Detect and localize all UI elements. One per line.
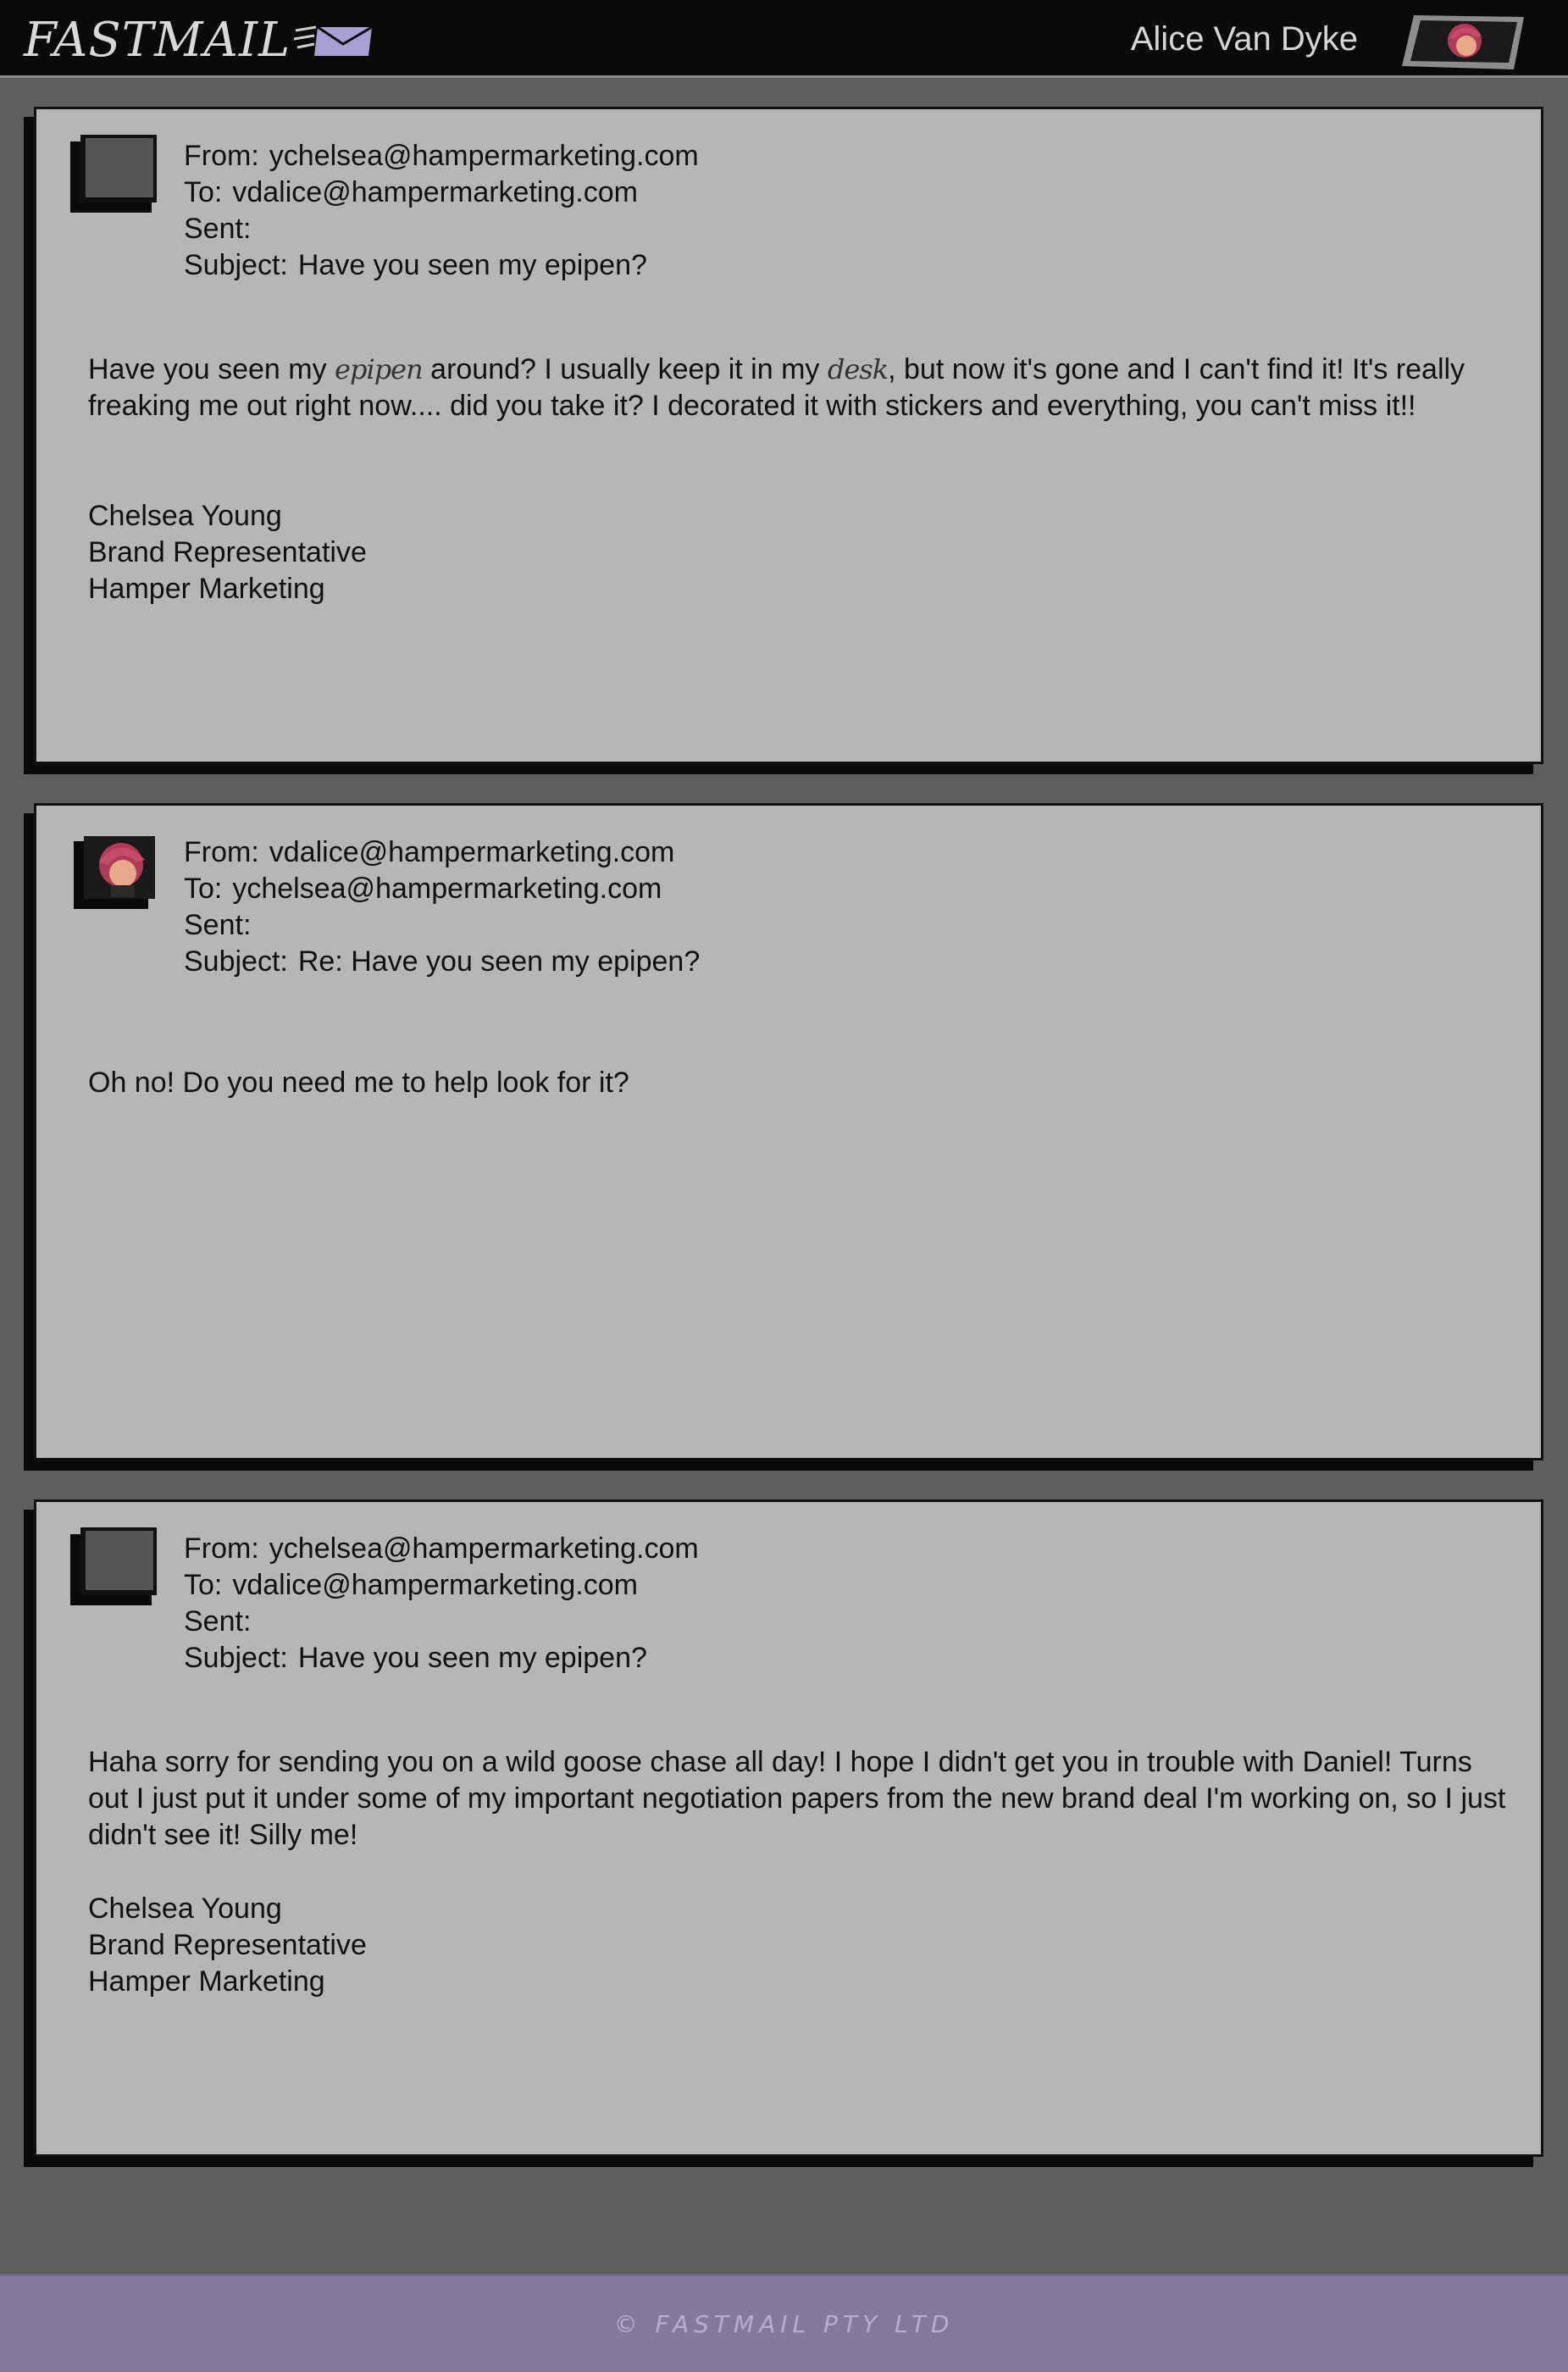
email-signature: Chelsea Young Brand Representative Hampe…	[88, 1891, 367, 2000]
envelope-icon	[294, 25, 373, 56]
top-bar: FASTMAIL Alice Van Dyke	[0, 0, 1568, 78]
to-label: To:	[184, 1569, 223, 1601]
subject-label: Subject:	[184, 945, 288, 978]
from-label: From:	[184, 836, 259, 868]
signature-company: Hamper Marketing	[88, 573, 325, 605]
body-text: Oh no! Do you need me to help look for i…	[88, 1067, 629, 1099]
email-body: Oh no! Do you need me to help look for i…	[88, 1065, 1511, 1101]
email-headers: From: vdalice@hampermarketing.com To: yche…	[184, 834, 700, 980]
from-row: From: ychelsea@hampermarketing.com	[184, 138, 699, 175]
sent-row: Sent:	[184, 907, 700, 944]
user-name[interactable]: Alice Van Dyke	[1131, 15, 1358, 63]
handwritten-word: desk	[827, 353, 889, 385]
from-address[interactable]: vdalice@hampermarketing.com	[269, 836, 675, 868]
signature-title: Brand Representative	[88, 536, 367, 568]
subject-row: Subject: Have you seen my epipen?	[184, 1640, 699, 1676]
to-address[interactable]: vdalice@hampermarketing.com	[232, 176, 638, 208]
email-body: Have you seen my epipen around? I usuall…	[88, 352, 1511, 424]
to-label: To:	[184, 873, 223, 905]
body-text-part: around? I usually keep it in my	[422, 353, 828, 385]
fastmail-logo[interactable]: FASTMAIL	[24, 14, 375, 68]
subject-value: Re: Have you seen my epipen?	[297, 945, 701, 978]
signature-name: Chelsea Young	[88, 1893, 282, 1925]
subject-label: Subject:	[184, 249, 288, 281]
body-text-part: Have you seen my	[88, 353, 335, 385]
signature-title: Brand Representative	[88, 1929, 367, 1961]
sent-label: Sent:	[184, 1605, 252, 1638]
email-card[interactable]: From: ychelsea@hampermarketing.com To: vda…	[34, 1499, 1543, 2157]
subject-value: Have you seen my epipen?	[297, 1642, 647, 1674]
to-row: To: vdalice@hampermarketing.com	[184, 175, 699, 211]
to-label: To:	[184, 176, 223, 208]
to-row: To: ychelsea@hampermarketing.com	[184, 871, 700, 907]
to-address[interactable]: ychelsea@hampermarketing.com	[232, 873, 662, 905]
from-label: From:	[184, 1532, 259, 1565]
from-address[interactable]: ychelsea@hampermarketing.com	[269, 140, 699, 172]
subject-row: Subject: Have you seen my epipen?	[184, 247, 699, 284]
footer-copyright: © FASTMAIL PTY LTD	[613, 2310, 955, 2338]
subject-row: Subject: Re: Have you seen my epipen?	[184, 944, 700, 980]
handwritten-word: epipen	[335, 353, 424, 385]
footer: © FASTMAIL PTY LTD	[0, 2274, 1568, 2372]
subject-value: Have you seen my epipen?	[297, 249, 647, 281]
email-headers: From: ychelsea@hampermarketing.com To: vda…	[184, 138, 699, 284]
email-card[interactable]: From: vdalice@hampermarketing.com To: yche…	[34, 803, 1543, 1460]
from-label: From:	[184, 140, 259, 172]
from-address[interactable]: ychelsea@hampermarketing.com	[269, 1532, 699, 1565]
subject-label: Subject:	[184, 1642, 288, 1674]
sender-avatar	[69, 829, 158, 911]
email-headers: From: ychelsea@hampermarketing.com To: vda…	[184, 1531, 699, 1676]
from-row: From: vdalice@hampermarketing.com	[184, 834, 700, 871]
sent-label: Sent:	[184, 909, 252, 941]
logo-text: FASTMAIL	[24, 13, 291, 68]
sender-avatar-placeholder	[69, 133, 158, 214]
from-row: From: ychelsea@hampermarketing.com	[184, 1531, 699, 1567]
email-card[interactable]: From: ychelsea@hampermarketing.com To: vda…	[34, 107, 1543, 764]
sent-row: Sent:	[184, 1604, 699, 1640]
sent-row: Sent:	[184, 211, 699, 247]
to-address[interactable]: vdalice@hampermarketing.com	[232, 1569, 638, 1601]
email-signature: Chelsea Young Brand Representative Hampe…	[88, 498, 367, 607]
user-avatar[interactable]	[1399, 12, 1526, 71]
body-text: Haha sorry for sending you on a wild goo…	[88, 1746, 1506, 1851]
signature-name: Chelsea Young	[88, 500, 282, 532]
sender-avatar-placeholder	[69, 1526, 158, 1607]
sent-label: Sent:	[184, 213, 252, 245]
email-body: Haha sorry for sending you on a wild goo…	[88, 1744, 1511, 1854]
signature-company: Hamper Marketing	[88, 1965, 325, 1998]
to-row: To: vdalice@hampermarketing.com	[184, 1567, 699, 1604]
